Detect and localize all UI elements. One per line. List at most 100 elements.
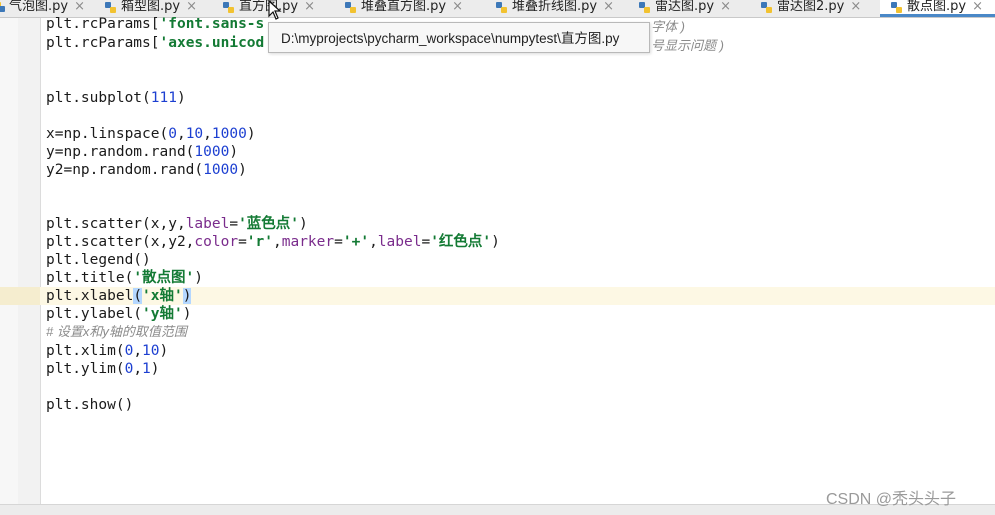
code-token: ) xyxy=(150,361,160,377)
code-token: 10 xyxy=(185,126,204,142)
obscured-comment-tail: 字体 ) xyxy=(651,19,685,34)
code-token: plt.xlim( xyxy=(46,343,125,359)
code-token: , xyxy=(176,126,186,142)
code-token: plt.scatter(x,y, xyxy=(46,216,186,232)
code-token: 10 xyxy=(142,343,160,359)
code-line: y=np.random.rand(1000) xyxy=(46,143,238,161)
obscured-comment-tail: 号显示问题 ) xyxy=(651,38,724,53)
code-token: = xyxy=(229,216,239,232)
code-token: , xyxy=(273,234,282,250)
code-token: ) xyxy=(182,306,192,322)
tab-label: 堆叠直方图.py xyxy=(361,0,447,14)
code-token: plt.xlabel xyxy=(46,288,134,304)
code-token: y2=np.random.rand( xyxy=(46,162,204,178)
code-token: ) xyxy=(176,90,186,106)
code-token: '+' xyxy=(342,234,370,250)
code-token: 0 xyxy=(168,126,177,142)
code-token: 'axes.unicod xyxy=(159,35,265,51)
code-line: plt.scatter(x,y2,color='r',marker='+',la… xyxy=(46,233,500,251)
code-line: plt.title('散点图') xyxy=(46,269,203,287)
file-path-tooltip: D:\myprojects\pycharm_workspace\numpytes… xyxy=(268,22,650,53)
tab-label: 散点图.py xyxy=(907,0,967,14)
gutter-fold-area[interactable] xyxy=(0,18,18,504)
mouse-pointer-icon xyxy=(268,0,282,24)
code-line: x=np.linspace(0,10,1000) xyxy=(46,125,256,143)
close-icon[interactable]: × xyxy=(603,0,614,14)
code-token: plt.rcParams[ xyxy=(46,35,160,51)
close-icon[interactable]: × xyxy=(720,0,731,14)
code-token: 1000 xyxy=(211,126,247,142)
code-token: 'y轴' xyxy=(142,306,183,322)
code-line: plt.subplot(111) xyxy=(46,89,186,107)
code-token: color xyxy=(194,234,239,250)
code-line: plt.rcParams['axes.unicod xyxy=(46,34,264,52)
tab-label: 雷达图.py xyxy=(655,0,715,14)
code-token: ) xyxy=(238,162,247,178)
code-token: label xyxy=(377,234,422,250)
close-icon[interactable]: × xyxy=(186,0,197,14)
close-icon[interactable]: × xyxy=(972,0,983,14)
tab-leidatu2[interactable]: 雷达图2.py × xyxy=(760,0,876,17)
tab-leidatu[interactable]: 雷达图.py × xyxy=(638,0,748,17)
code-token: = xyxy=(238,234,247,250)
tab-label: 堆叠折线图.py xyxy=(512,0,598,14)
tab-label: 气泡图.py xyxy=(9,0,69,14)
code-token: plt.rcParams[ xyxy=(46,16,160,32)
code-token: 111 xyxy=(150,90,177,106)
code-token: ( xyxy=(133,288,143,304)
code-line: plt.xlim(0,10) xyxy=(46,342,168,360)
code-token: ) xyxy=(194,270,204,286)
code-token: 'x轴' xyxy=(142,288,183,304)
tab-label: 雷达图2.py xyxy=(777,0,845,14)
code-token: plt.subplot( xyxy=(46,90,151,106)
code-token: 'font.sans-s xyxy=(159,16,265,32)
code-token: ) xyxy=(182,288,192,304)
code-line: plt.scatter(x,y,label='蓝色点') xyxy=(46,215,308,233)
code-token: plt.show() xyxy=(46,397,134,413)
close-icon[interactable]: × xyxy=(452,0,463,14)
tab-sandiantu[interactable]: 散点图.py × xyxy=(880,0,995,17)
code-token: y=np.random.rand( xyxy=(46,144,195,160)
code-token: ) xyxy=(491,234,500,250)
code-token: ) xyxy=(246,126,256,142)
code-line: y2=np.random.rand(1000) xyxy=(46,161,247,179)
close-icon[interactable]: × xyxy=(850,0,861,14)
code-token: label xyxy=(185,216,230,232)
code-token: plt.legend() xyxy=(46,252,151,268)
code-token: plt.ylim( xyxy=(46,361,125,377)
code-token: , xyxy=(133,343,143,359)
code-token: = xyxy=(334,234,343,250)
watermark: CSDN @秃头头子 xyxy=(826,491,957,508)
code-token: 0 xyxy=(124,361,134,377)
code-token: = xyxy=(421,234,431,250)
close-icon[interactable]: × xyxy=(74,0,85,14)
code-comment: # 设置x和y轴的取值范围 xyxy=(46,324,187,339)
code-token: plt.title( xyxy=(46,270,134,286)
code-token: , xyxy=(133,361,143,377)
code-token: marker xyxy=(281,234,335,250)
code-token: x=np.linspace( xyxy=(46,126,169,142)
code-token: 1000 xyxy=(194,144,230,160)
code-token: , xyxy=(369,234,378,250)
code-line: # 设置x和y轴的取值范围 xyxy=(46,323,187,341)
code-line: plt.legend() xyxy=(46,251,151,269)
code-token: , xyxy=(203,126,212,142)
current-line-gutter xyxy=(0,287,40,305)
tab-duidie-zhifangtu[interactable]: 堆叠直方图.py × xyxy=(344,0,494,17)
close-icon[interactable]: × xyxy=(304,0,315,14)
code-token: 0 xyxy=(124,343,134,359)
python-file-icon xyxy=(344,1,358,17)
code-token: 1 xyxy=(142,361,151,377)
python-file-icon xyxy=(760,1,774,17)
code-token: plt.ylabel( xyxy=(46,306,143,322)
code-line: plt.rcParams['font.sans-s xyxy=(46,15,264,33)
code-line: plt.ylim(0,1) xyxy=(46,360,160,378)
code-token: 1000 xyxy=(203,162,239,178)
python-file-icon xyxy=(890,1,904,17)
python-file-icon xyxy=(495,1,509,17)
code-token: '散点图' xyxy=(133,270,195,286)
python-file-icon xyxy=(0,1,6,17)
python-file-icon xyxy=(638,1,652,17)
tab-duidie-zhexiantu[interactable]: 堆叠折线图.py × xyxy=(495,0,629,17)
code-token: '蓝色点' xyxy=(238,216,300,232)
